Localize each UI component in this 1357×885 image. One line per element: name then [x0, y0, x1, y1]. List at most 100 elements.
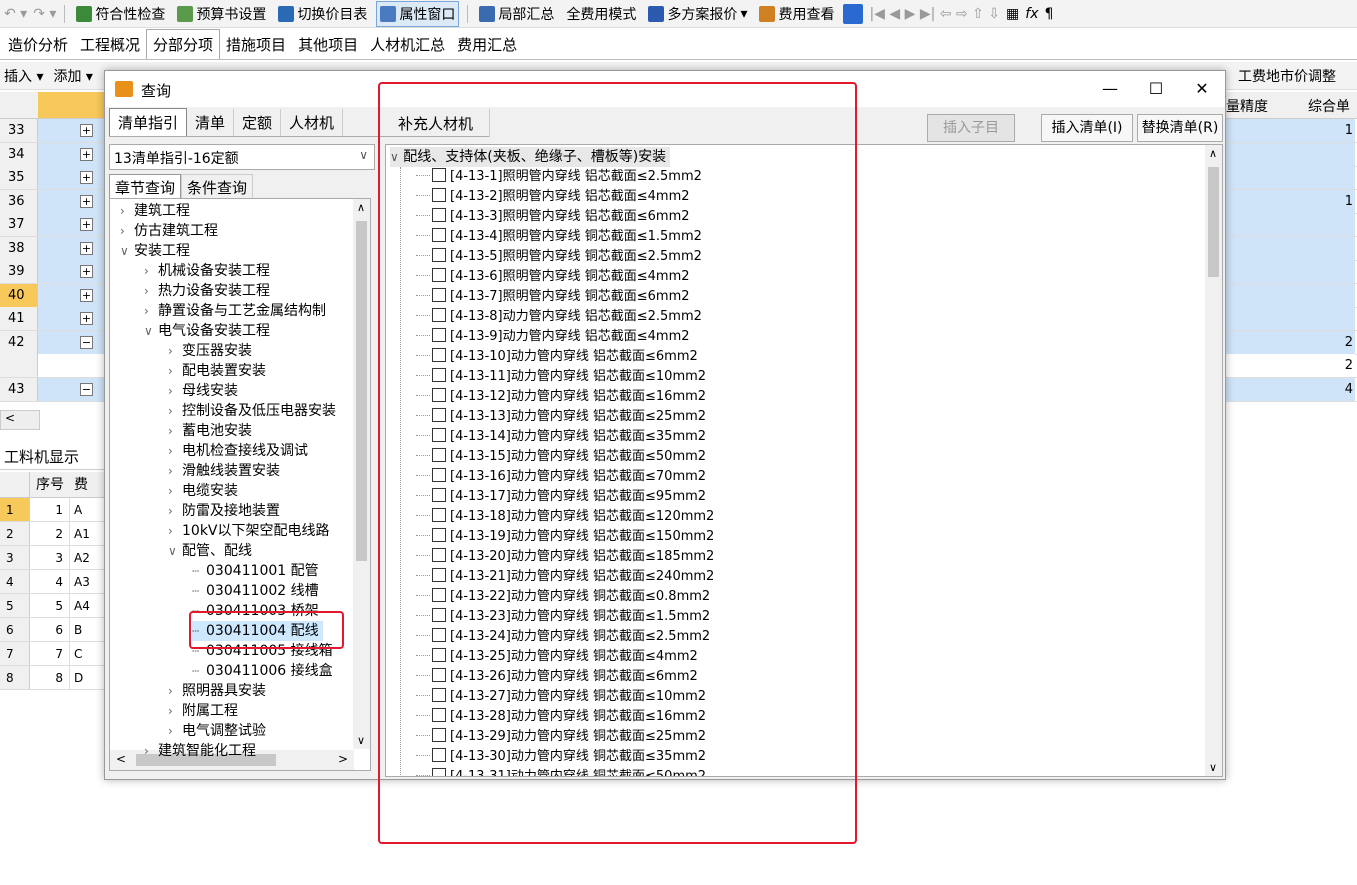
- add-dropdown[interactable]: 添加 ▾: [53, 66, 92, 86]
- budget-settings-button[interactable]: 预算书设置: [174, 2, 269, 26]
- expand-toggle-icon[interactable]: +: [80, 265, 93, 278]
- minimize-icon[interactable]: —: [1087, 71, 1133, 107]
- tree-node[interactable]: ∨ 安装工程: [120, 241, 190, 261]
- tab-1[interactable]: 工程概况: [74, 30, 146, 59]
- tree-node[interactable]: › 变压器安装: [168, 341, 252, 361]
- tree-node[interactable]: ┄ 030411001 配管: [192, 561, 319, 581]
- scroll-thumb[interactable]: [1208, 167, 1219, 277]
- guide-select[interactable]: 13清单指引-16定额 ∨: [109, 144, 375, 170]
- chevron-right-icon[interactable]: ›: [168, 481, 182, 501]
- expand-toggle-icon[interactable]: +: [80, 241, 93, 255]
- chevron-right-icon[interactable]: ›: [168, 461, 182, 481]
- chevron-right-icon[interactable]: ›: [168, 421, 182, 441]
- tree-node[interactable]: ┄ 030411006 接线盒: [192, 661, 333, 681]
- chevron-right-icon[interactable]: ›: [168, 341, 182, 361]
- undo-icon[interactable]: ↶ ▾: [4, 6, 27, 22]
- insert-child-button[interactable]: 插入子目: [927, 114, 1015, 142]
- expand-toggle-icon[interactable]: +: [80, 171, 93, 184]
- partial-summary-button[interactable]: 局部汇总: [476, 2, 557, 26]
- tree-node[interactable]: › 建筑工程: [120, 201, 190, 221]
- chevron-right-icon[interactable]: ›: [168, 401, 182, 421]
- tree-branch-icon[interactable]: ┄: [192, 561, 206, 581]
- tab-6[interactable]: 费用汇总: [451, 30, 523, 59]
- tree-node[interactable]: › 防雷及接地装置: [168, 501, 280, 521]
- chevron-right-icon[interactable]: ›: [168, 721, 182, 741]
- list-item[interactable]: 77C: [0, 642, 104, 666]
- expand-toggle-icon[interactable]: +: [80, 312, 93, 325]
- expand-toggle-icon[interactable]: +: [80, 218, 93, 231]
- chevron-right-icon[interactable]: ›: [144, 301, 158, 321]
- property-window-button[interactable]: 属性窗口: [376, 0, 460, 27]
- chevron-right-icon[interactable]: ›: [120, 221, 134, 241]
- replace-list-button[interactable]: 替换清单(R): [1137, 114, 1223, 142]
- list-item[interactable]: 5 5 A4: [0, 594, 104, 618]
- paragraph-icon[interactable]: ¶: [1045, 6, 1054, 22]
- insert-list-button[interactable]: 插入清单(I): [1041, 114, 1133, 142]
- expand-toggle-icon[interactable]: −: [80, 382, 93, 396]
- scroll-left-icon[interactable]: <: [0, 410, 40, 430]
- tree-node[interactable]: ∨ 电气设备安装工程: [144, 321, 270, 341]
- chevron-right-icon[interactable]: ›: [168, 381, 182, 401]
- tab-dialog-1[interactable]: 清单: [187, 109, 235, 136]
- chevron-right-icon[interactable]: ›: [168, 361, 182, 381]
- tree-node[interactable]: › 电气调整试验: [168, 721, 266, 741]
- tree-node[interactable]: › 建筑智能化工程: [144, 741, 256, 761]
- chevron-right-icon[interactable]: ›: [168, 521, 182, 541]
- chevron-down-icon[interactable]: ∨: [120, 241, 134, 261]
- tree-node[interactable]: › 蓄电池安装: [168, 421, 252, 441]
- tree-node[interactable]: › 照明器具安装: [168, 681, 266, 701]
- switch-price-list-button[interactable]: 切换价目表: [275, 2, 370, 26]
- chevron-right-icon[interactable]: ›: [168, 701, 182, 721]
- tree-node[interactable]: › 电缆安装: [168, 481, 238, 501]
- tab-left-1[interactable]: 条件查询: [181, 174, 254, 198]
- tree-node[interactable]: › 母线安装: [168, 381, 238, 401]
- list-item[interactable]: 3 3 A2: [0, 546, 104, 570]
- tree-node[interactable]: › 机械设备安装工程: [144, 261, 270, 281]
- nav-arrows-icon[interactable]: |◀ ◀ ▶ ▶| ⇦ ⇨ ⇧ ⇩: [869, 6, 1000, 22]
- scroll-down-icon[interactable]: ∨: [1209, 761, 1217, 774]
- list-item[interactable]: 4 4 A3: [0, 570, 104, 594]
- tree-node[interactable]: › 滑触线装置安装: [168, 461, 280, 481]
- function-icon[interactable]: fx: [1025, 6, 1038, 22]
- chevron-right-icon[interactable]: ›: [168, 501, 182, 521]
- close-icon[interactable]: ✕: [1179, 71, 1225, 107]
- calculator-icon[interactable]: ▦: [1006, 6, 1019, 22]
- full-cost-mode-button[interactable]: 全费用模式: [563, 2, 639, 26]
- list-item[interactable]: 66B: [0, 618, 104, 642]
- chevron-right-icon[interactable]: ›: [144, 281, 158, 301]
- tree-node[interactable]: › 静置设备与工艺金属结构制: [144, 301, 326, 321]
- tree-node[interactable]: › 配电装置安装: [168, 361, 266, 381]
- tab-3[interactable]: 措施项目: [220, 30, 292, 59]
- tree-node[interactable]: › 仿古建筑工程: [120, 221, 218, 241]
- expand-toggle-icon[interactable]: +: [80, 124, 93, 137]
- labor-price-adjust-button[interactable]: 工费地市价调整: [1238, 66, 1336, 86]
- scroll-left-icon[interactable]: <: [116, 752, 126, 766]
- list-item[interactable]: 2 2 A1: [0, 522, 104, 546]
- scroll-down-icon[interactable]: ∨: [357, 734, 365, 747]
- items-vscrollbar[interactable]: ∧ ∨: [1205, 145, 1222, 776]
- tree-node[interactable]: › 电机检查接线及调试: [168, 441, 308, 461]
- tab-2[interactable]: 分部分项: [146, 29, 221, 59]
- tree-node[interactable]: ∨ 配管、配线: [168, 541, 252, 561]
- list-item[interactable]: 88D: [0, 666, 104, 690]
- list-item[interactable]: 11A: [0, 498, 104, 522]
- chevron-right-icon[interactable]: ›: [144, 741, 158, 761]
- tree-node[interactable]: ┄ 030411002 线槽: [192, 581, 319, 601]
- lower-panel-tab[interactable]: 工料机显示: [0, 440, 104, 470]
- chevron-right-icon[interactable]: ›: [120, 201, 134, 221]
- expand-toggle-icon[interactable]: −: [80, 335, 93, 349]
- chevron-down-icon[interactable]: ∨: [168, 541, 182, 561]
- tree-node[interactable]: › 控制设备及低压电器安装: [168, 401, 336, 421]
- scroll-up-icon[interactable]: ∧: [1209, 147, 1217, 160]
- chevron-down-icon[interactable]: ∨: [144, 321, 158, 341]
- scroll-up-icon[interactable]: ∧: [357, 201, 365, 214]
- compliance-check-button[interactable]: 符合性检查: [73, 2, 168, 26]
- tree-node[interactable]: › 10kV以下架空配电线路: [168, 521, 330, 541]
- expand-toggle-icon[interactable]: +: [80, 194, 93, 208]
- chevron-right-icon[interactable]: ›: [168, 681, 182, 701]
- tree-node[interactable]: › 热力设备安装工程: [144, 281, 270, 301]
- expand-toggle-icon[interactable]: +: [80, 147, 93, 161]
- expand-toggle-icon[interactable]: +: [80, 288, 93, 302]
- multi-plan-quote-button[interactable]: 多方案报价 ▾: [645, 2, 750, 26]
- chevron-right-icon[interactable]: ›: [168, 441, 182, 461]
